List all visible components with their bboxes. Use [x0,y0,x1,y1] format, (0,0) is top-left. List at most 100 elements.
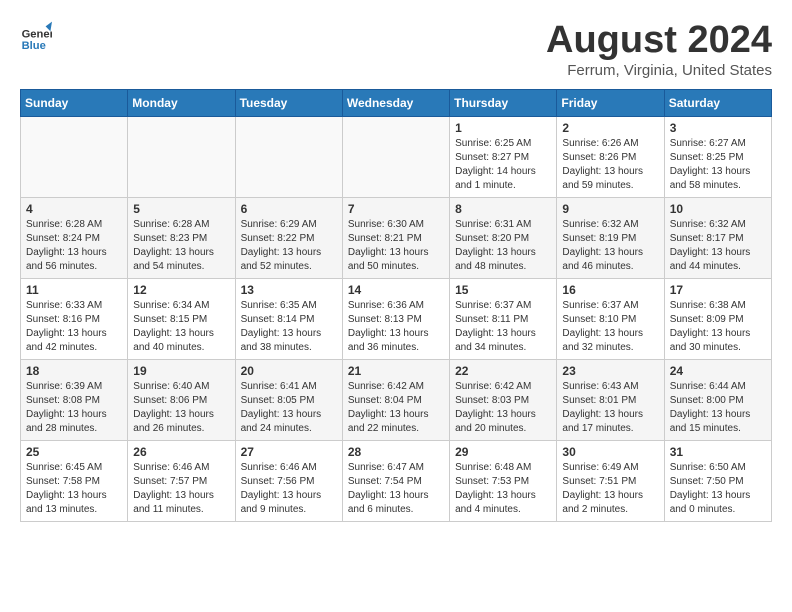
calendar-cell: 26 Sunrise: 6:46 AM Sunset: 7:57 PM Dayl… [128,440,235,521]
location: Ferrum, Virginia, United States [546,62,772,79]
cell-data: Sunrise: 6:32 AM Sunset: 8:17 PM Dayligh… [670,218,766,274]
calendar-cell: 2 Sunrise: 6:26 AM Sunset: 8:26 PM Dayli… [557,116,664,197]
calendar-cell: 4 Sunrise: 6:28 AM Sunset: 8:24 PM Dayli… [21,197,128,278]
cell-data: Sunrise: 6:29 AM Sunset: 8:22 PM Dayligh… [241,218,337,274]
sunset-text: Sunset: 8:09 PM [670,313,766,327]
daylight-text: Daylight: 13 hours and 22 minutes. [348,408,444,436]
day-number: 28 [348,445,444,459]
sunset-text: Sunset: 8:26 PM [562,151,658,165]
calendar-cell: 13 Sunrise: 6:35 AM Sunset: 8:14 PM Dayl… [235,278,342,359]
day-number: 4 [26,202,122,216]
calendar-cell: 3 Sunrise: 6:27 AM Sunset: 8:25 PM Dayli… [664,116,771,197]
daylight-text: Daylight: 13 hours and 59 minutes. [562,165,658,193]
daylight-text: Daylight: 13 hours and 42 minutes. [26,327,122,355]
weekday-header: Monday [128,89,235,116]
calendar-cell: 10 Sunrise: 6:32 AM Sunset: 8:17 PM Dayl… [664,197,771,278]
cell-data: Sunrise: 6:43 AM Sunset: 8:01 PM Dayligh… [562,380,658,436]
daylight-text: Daylight: 14 hours and 1 minute. [455,165,551,193]
sunset-text: Sunset: 7:54 PM [348,475,444,489]
day-number: 20 [241,364,337,378]
day-number: 29 [455,445,551,459]
cell-data: Sunrise: 6:30 AM Sunset: 8:21 PM Dayligh… [348,218,444,274]
daylight-text: Daylight: 13 hours and 36 minutes. [348,327,444,355]
cell-data: Sunrise: 6:44 AM Sunset: 8:00 PM Dayligh… [670,380,766,436]
calendar-cell: 17 Sunrise: 6:38 AM Sunset: 8:09 PM Dayl… [664,278,771,359]
sunrise-text: Sunrise: 6:44 AM [670,380,766,394]
header-row: SundayMondayTuesdayWednesdayThursdayFrid… [21,89,772,116]
daylight-text: Daylight: 13 hours and 9 minutes. [241,489,337,517]
cell-data: Sunrise: 6:27 AM Sunset: 8:25 PM Dayligh… [670,137,766,193]
cell-data: Sunrise: 6:41 AM Sunset: 8:05 PM Dayligh… [241,380,337,436]
cell-data: Sunrise: 6:33 AM Sunset: 8:16 PM Dayligh… [26,299,122,355]
calendar-cell [128,116,235,197]
day-number: 21 [348,364,444,378]
weekday-header: Friday [557,89,664,116]
day-number: 22 [455,364,551,378]
day-number: 5 [133,202,229,216]
daylight-text: Daylight: 13 hours and 54 minutes. [133,246,229,274]
sunrise-text: Sunrise: 6:37 AM [455,299,551,313]
cell-data: Sunrise: 6:47 AM Sunset: 7:54 PM Dayligh… [348,461,444,517]
cell-data: Sunrise: 6:40 AM Sunset: 8:06 PM Dayligh… [133,380,229,436]
cell-data: Sunrise: 6:34 AM Sunset: 8:15 PM Dayligh… [133,299,229,355]
weekday-header: Tuesday [235,89,342,116]
weekday-header: Thursday [450,89,557,116]
sunset-text: Sunset: 8:13 PM [348,313,444,327]
calendar-cell: 7 Sunrise: 6:30 AM Sunset: 8:21 PM Dayli… [342,197,449,278]
cell-data: Sunrise: 6:25 AM Sunset: 8:27 PM Dayligh… [455,137,551,193]
calendar-cell: 20 Sunrise: 6:41 AM Sunset: 8:05 PM Dayl… [235,359,342,440]
cell-data: Sunrise: 6:42 AM Sunset: 8:04 PM Dayligh… [348,380,444,436]
cell-data: Sunrise: 6:42 AM Sunset: 8:03 PM Dayligh… [455,380,551,436]
cell-data: Sunrise: 6:28 AM Sunset: 8:23 PM Dayligh… [133,218,229,274]
svg-text:Blue: Blue [22,40,46,52]
cell-data: Sunrise: 6:46 AM Sunset: 7:56 PM Dayligh… [241,461,337,517]
calendar-cell: 23 Sunrise: 6:43 AM Sunset: 8:01 PM Dayl… [557,359,664,440]
cell-data: Sunrise: 6:26 AM Sunset: 8:26 PM Dayligh… [562,137,658,193]
calendar-cell: 22 Sunrise: 6:42 AM Sunset: 8:03 PM Dayl… [450,359,557,440]
sunrise-text: Sunrise: 6:40 AM [133,380,229,394]
sunset-text: Sunset: 8:01 PM [562,394,658,408]
calendar-cell: 8 Sunrise: 6:31 AM Sunset: 8:20 PM Dayli… [450,197,557,278]
day-number: 7 [348,202,444,216]
day-number: 1 [455,121,551,135]
cell-data: Sunrise: 6:45 AM Sunset: 7:58 PM Dayligh… [26,461,122,517]
calendar-cell: 12 Sunrise: 6:34 AM Sunset: 8:15 PM Dayl… [128,278,235,359]
day-number: 9 [562,202,658,216]
sunset-text: Sunset: 7:57 PM [133,475,229,489]
month-title: August 2024 [546,20,772,62]
day-number: 18 [26,364,122,378]
day-number: 30 [562,445,658,459]
sunrise-text: Sunrise: 6:36 AM [348,299,444,313]
day-number: 25 [26,445,122,459]
sunset-text: Sunset: 8:15 PM [133,313,229,327]
day-number: 17 [670,283,766,297]
day-number: 8 [455,202,551,216]
cell-data: Sunrise: 6:32 AM Sunset: 8:19 PM Dayligh… [562,218,658,274]
daylight-text: Daylight: 13 hours and 38 minutes. [241,327,337,355]
sunset-text: Sunset: 8:11 PM [455,313,551,327]
calendar-week-row: 25 Sunrise: 6:45 AM Sunset: 7:58 PM Dayl… [21,440,772,521]
cell-data: Sunrise: 6:31 AM Sunset: 8:20 PM Dayligh… [455,218,551,274]
sunrise-text: Sunrise: 6:28 AM [26,218,122,232]
sunset-text: Sunset: 7:56 PM [241,475,337,489]
cell-data: Sunrise: 6:46 AM Sunset: 7:57 PM Dayligh… [133,461,229,517]
sunrise-text: Sunrise: 6:31 AM [455,218,551,232]
calendar-cell: 18 Sunrise: 6:39 AM Sunset: 8:08 PM Dayl… [21,359,128,440]
day-number: 31 [670,445,766,459]
daylight-text: Daylight: 13 hours and 46 minutes. [562,246,658,274]
calendar-cell: 5 Sunrise: 6:28 AM Sunset: 8:23 PM Dayli… [128,197,235,278]
page-header: General Blue August 2024 Ferrum, Virgini… [20,20,772,79]
sunset-text: Sunset: 7:51 PM [562,475,658,489]
day-number: 3 [670,121,766,135]
calendar-cell: 25 Sunrise: 6:45 AM Sunset: 7:58 PM Dayl… [21,440,128,521]
day-number: 10 [670,202,766,216]
sunrise-text: Sunrise: 6:41 AM [241,380,337,394]
daylight-text: Daylight: 13 hours and 2 minutes. [562,489,658,517]
calendar-week-row: 1 Sunrise: 6:25 AM Sunset: 8:27 PM Dayli… [21,116,772,197]
day-number: 2 [562,121,658,135]
daylight-text: Daylight: 13 hours and 11 minutes. [133,489,229,517]
calendar-cell: 30 Sunrise: 6:49 AM Sunset: 7:51 PM Dayl… [557,440,664,521]
sunrise-text: Sunrise: 6:33 AM [26,299,122,313]
cell-data: Sunrise: 6:39 AM Sunset: 8:08 PM Dayligh… [26,380,122,436]
sunrise-text: Sunrise: 6:25 AM [455,137,551,151]
